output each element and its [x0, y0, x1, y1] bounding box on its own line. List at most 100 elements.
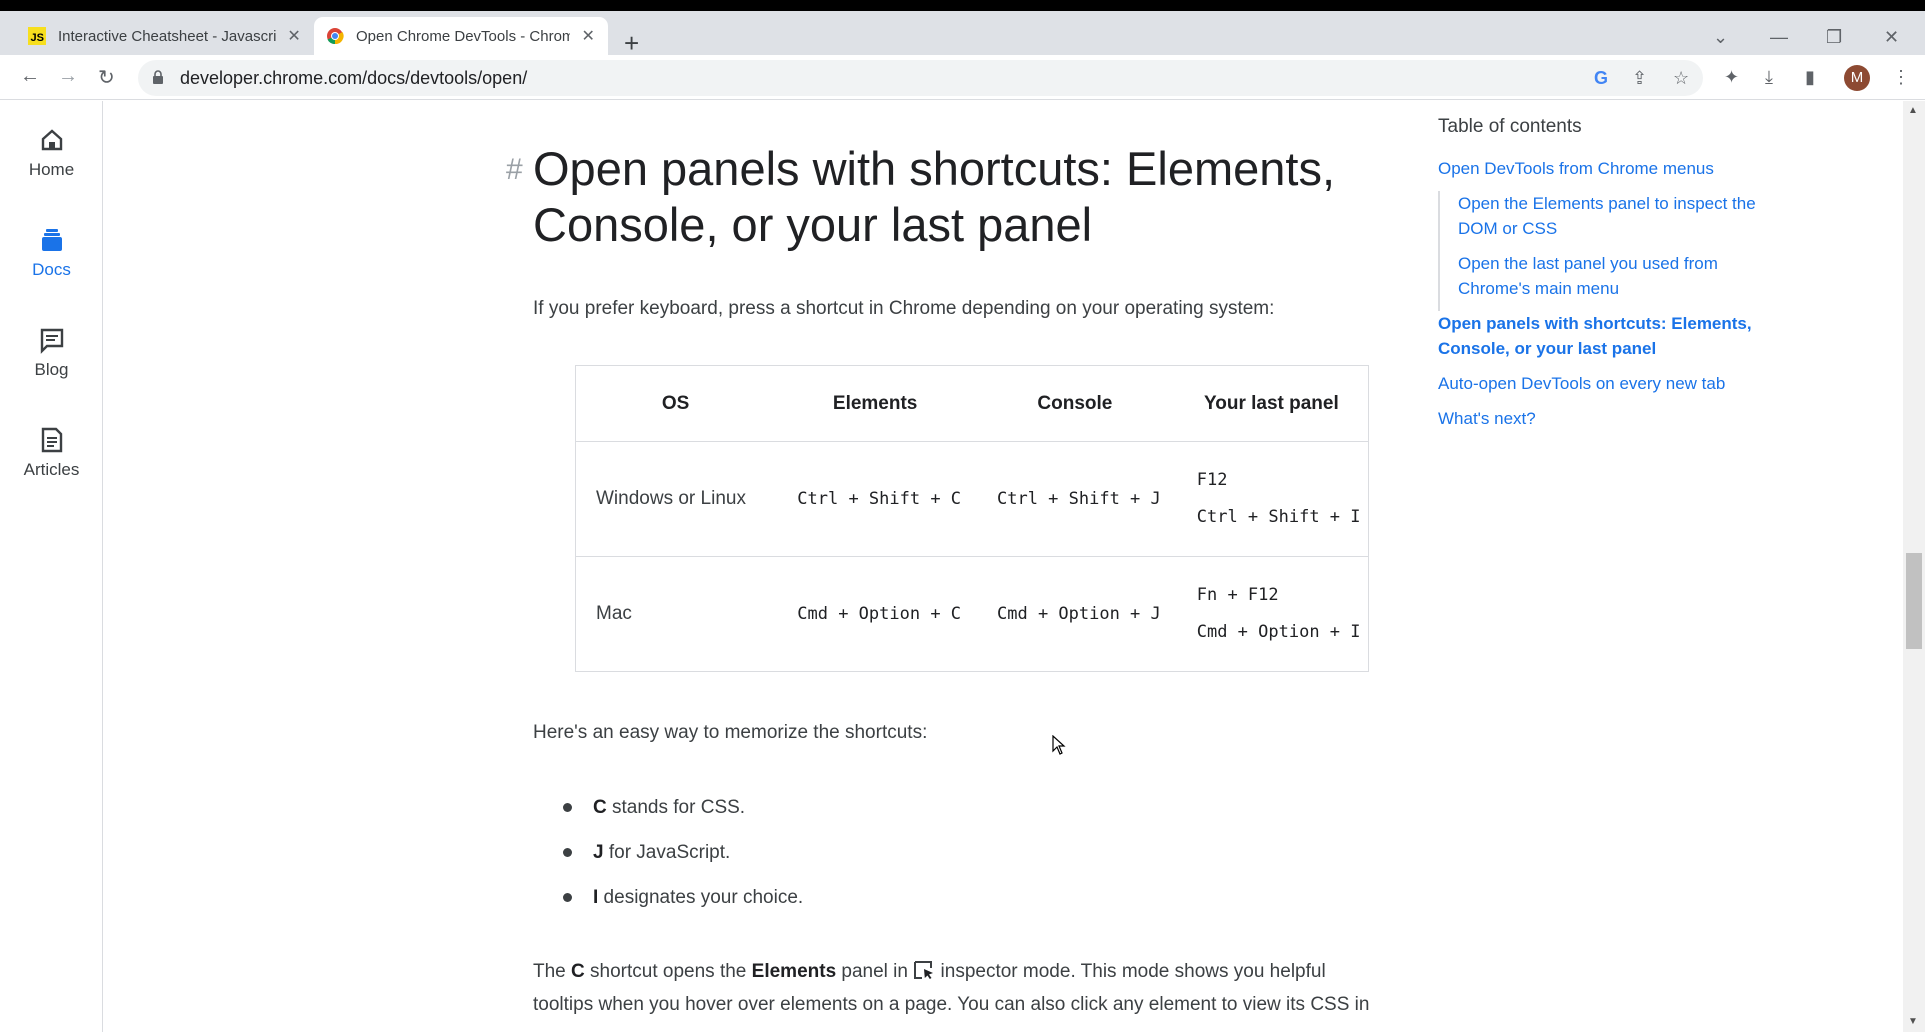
- back-icon[interactable]: ←: [20, 65, 40, 88]
- toc-sub-rule: [1438, 191, 1440, 311]
- nav-item-blog[interactable]: Blog: [0, 326, 103, 380]
- nav-item-docs[interactable]: Docs: [0, 226, 103, 280]
- panel-name: Elements: [751, 961, 837, 982]
- menu-icon[interactable]: ⋮: [1892, 67, 1910, 88]
- shortcut-line: Ctrl + Shift + I: [1196, 507, 1361, 527]
- blog-icon: [40, 328, 63, 354]
- extensions-icon[interactable]: ✦: [1724, 67, 1739, 88]
- inspector-paragraph: The C shortcut opens the Elements panel …: [533, 955, 1369, 1021]
- table-header-row: OS Elements Console Your last panel: [575, 365, 1369, 442]
- left-navigation: Home Docs Blog Articles: [0, 101, 103, 1032]
- scrollbar[interactable]: ▲ ▼: [1903, 101, 1925, 1032]
- star-icon[interactable]: ☆: [1673, 68, 1689, 89]
- shortcuts-table: OS Elements Console Your last panel Wind…: [575, 365, 1369, 672]
- nav-label: Docs: [32, 260, 71, 279]
- heading-anchor-link[interactable]: #: [506, 153, 523, 187]
- js-icon: JS: [28, 27, 46, 45]
- scroll-down-icon[interactable]: ▼: [1908, 1016, 1918, 1027]
- shortcut-key: J: [593, 842, 604, 863]
- side-panel-icon[interactable]: ▮: [1805, 67, 1815, 88]
- share-icon[interactable]: ⇪: [1632, 68, 1647, 89]
- browser-toolbar: ← → ↻ developer.chrome.com/docs/devtools…: [0, 55, 1925, 100]
- tab-title: Open Chrome DevTools - Chrome Developers: [356, 27, 571, 45]
- toc-link[interactable]: Open DevTools from Chrome menus: [1438, 156, 1768, 181]
- column-header: Elements: [775, 365, 975, 442]
- minimize-icon[interactable]: —: [1770, 27, 1788, 48]
- address-bar[interactable]: developer.chrome.com/docs/devtools/open/…: [138, 60, 1703, 96]
- docs-icon: [41, 229, 62, 251]
- close-window-icon[interactable]: ✕: [1884, 27, 1899, 48]
- table-cell-last-panel: F12 Ctrl + Shift + I: [1174, 441, 1369, 557]
- shortcut-line: Cmd + Option + I: [1196, 622, 1361, 642]
- table-cell-last-panel: Fn + F12 Cmd + Option + I: [1174, 556, 1369, 672]
- bullet-dot: [563, 848, 572, 857]
- table-cell-os: Mac: [575, 556, 776, 672]
- table-cell-console: Cmd + Option + J: [975, 556, 1175, 672]
- inspect-element-icon: [914, 961, 934, 979]
- restore-icon[interactable]: ❐: [1826, 27, 1842, 48]
- nav-label: Articles: [23, 460, 80, 479]
- download-icon[interactable]: ⤓: [1765, 67, 1773, 88]
- articles-icon: [41, 427, 62, 453]
- toc-link[interactable]: Auto-open DevTools on every new tab: [1438, 371, 1768, 396]
- table-cell-elements: Ctrl + Shift + C: [775, 441, 975, 557]
- home-icon: [41, 129, 62, 151]
- intro-paragraph: If you prefer keyboard, press a shortcut…: [533, 298, 1275, 319]
- forward-icon[interactable]: →: [58, 65, 78, 88]
- list-text: for JavaScript.: [603, 842, 731, 863]
- table-cell-console: Ctrl + Shift + J: [975, 441, 1175, 557]
- memorize-paragraph: Here's an easy way to memorize the short…: [533, 722, 928, 743]
- toc-link-active[interactable]: Open panels with shortcuts: Elements, Co…: [1438, 311, 1768, 361]
- list-item: I designates your choice.: [563, 875, 804, 920]
- os-title-bar: [0, 0, 1925, 11]
- text-run: shortcut opens the: [584, 961, 752, 982]
- nav-label: Blog: [34, 360, 69, 379]
- close-icon[interactable]: ✕: [580, 26, 596, 46]
- list-text: designates your choice.: [598, 887, 804, 908]
- scrollbar-thumb[interactable]: [1906, 553, 1922, 649]
- text-run: tooltips when you hover over elements on…: [533, 994, 1370, 1015]
- table-row: Windows or Linux Ctrl + Shift + C Ctrl +…: [575, 441, 1369, 557]
- text-run: panel in: [836, 961, 914, 982]
- chrome-icon: [327, 28, 344, 45]
- reload-icon[interactable]: ↻: [98, 65, 115, 90]
- tab-strip: JS Interactive Cheatsheet - Javascript ✕…: [0, 11, 1925, 58]
- column-header: Your last panel: [1174, 365, 1369, 442]
- tab-search-icon[interactable]: ⌄: [1713, 27, 1728, 48]
- shortcut-line: Fn + F12: [1196, 585, 1279, 605]
- toc-title: Table of contents: [1438, 116, 1582, 137]
- shortcut-key: C: [593, 797, 607, 818]
- close-icon[interactable]: ✕: [286, 26, 302, 46]
- tab-open-chrome-devtools[interactable]: Open Chrome DevTools - Chrome Developers…: [314, 17, 608, 55]
- table-cell-elements: Cmd + Option + C: [775, 556, 975, 672]
- list-text: stands for CSS.: [606, 797, 746, 818]
- text-run: inspector mode. This mode shows you help…: [935, 961, 1326, 982]
- nav-label: Home: [28, 160, 75, 179]
- bullet-dot: [563, 893, 572, 902]
- mouse-cursor-icon: [1052, 735, 1066, 755]
- shortcut-key: C: [571, 961, 585, 982]
- section-heading: Open panels with shortcuts: Elements, Co…: [533, 142, 1336, 251]
- tab-title: Interactive Cheatsheet - Javascript: [58, 27, 277, 45]
- table-cell-os: Windows or Linux: [575, 441, 776, 557]
- mnemonic-list: C stands for CSS. J for JavaScript. I de…: [563, 785, 804, 920]
- toc-link[interactable]: Open the last panel you used from Chrome…: [1458, 251, 1778, 301]
- nav-item-home[interactable]: Home: [0, 126, 103, 180]
- url-text: developer.chrome.com/docs/devtools/open/: [180, 68, 528, 88]
- tab-interactive-cheatsheet[interactable]: JS Interactive Cheatsheet - Javascript ✕: [16, 17, 314, 55]
- google-icon[interactable]: G: [1594, 68, 1608, 89]
- profile-avatar[interactable]: M: [1844, 65, 1870, 91]
- bullet-dot: [563, 803, 572, 812]
- text-run: The: [533, 961, 572, 982]
- column-header: Console: [975, 365, 1175, 442]
- toc-link[interactable]: What's next?: [1438, 406, 1768, 431]
- column-header: OS: [575, 365, 776, 442]
- nav-item-articles[interactable]: Articles: [0, 426, 103, 480]
- lock-icon: [153, 70, 163, 84]
- list-item: J for JavaScript.: [563, 830, 803, 875]
- article-content: # Open panels with shortcuts: Elements, …: [103, 101, 1903, 1032]
- scroll-up-icon[interactable]: ▲: [1908, 105, 1918, 116]
- toc-link[interactable]: Open the Elements panel to inspect the D…: [1458, 191, 1778, 241]
- table-row: Mac Cmd + Option + C Cmd + Option + J Fn…: [575, 556, 1369, 672]
- shortcut-line: F12: [1196, 470, 1228, 490]
